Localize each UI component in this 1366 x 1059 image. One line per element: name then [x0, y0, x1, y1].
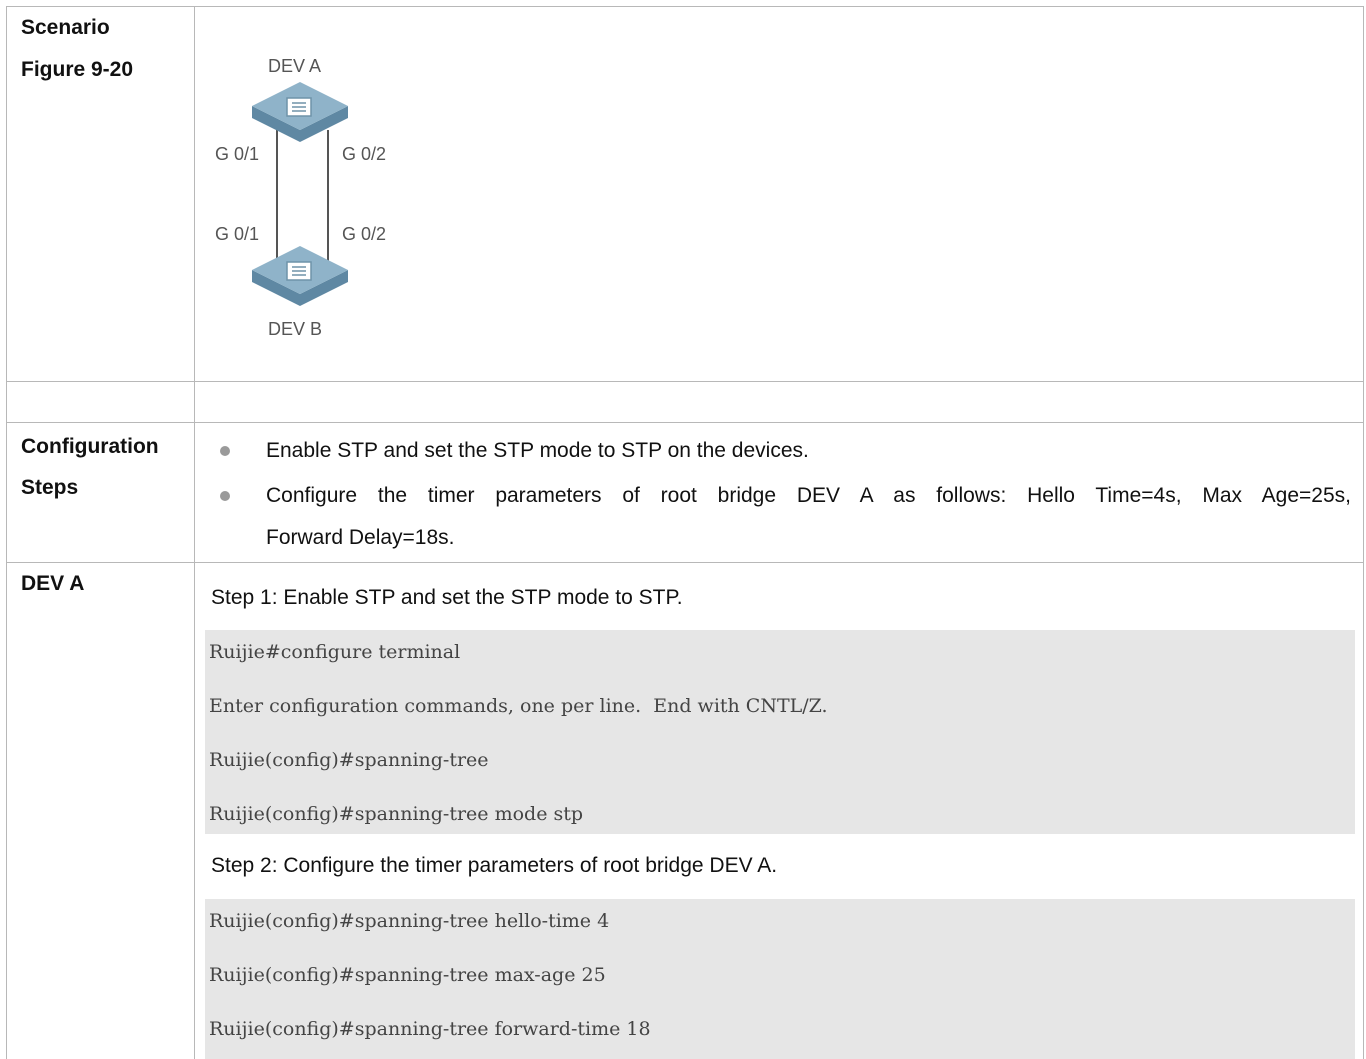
step-2-text: Step 2: Configure the timer parameters o…	[211, 854, 778, 877]
step-1-text: Step 1: Enable STP and set the STP mode …	[211, 586, 683, 609]
port-bottom-right: G 0/2	[342, 224, 386, 244]
code-line: Ruijie(config)#spanning-tree mode stp	[209, 803, 584, 825]
dev-a-row-label: DEV A	[21, 572, 85, 595]
code-block-2: Ruijie(config)#spanning-tree hello-time …	[205, 899, 1355, 1059]
code-line: Ruijie(config)#spanning-tree	[209, 749, 489, 771]
bullet-item-continued: Forward Delay=18s.	[266, 526, 455, 549]
port-top-right: G 0/2	[342, 144, 386, 164]
switch-a-icon	[252, 82, 348, 142]
code-line: Ruijie(config)#spanning-tree forward-tim…	[209, 1018, 651, 1040]
port-top-left: G 0/1	[215, 144, 259, 164]
topology-diagram: DEV A DEV B G 0/1 G 0/2 G 0/1 G 0/2	[215, 56, 386, 339]
code-line: Enter configuration commands, one per li…	[209, 695, 828, 717]
code-line: Ruijie(config)#spanning-tree max-age 25	[209, 964, 606, 986]
code-block-1: Ruijie#configure terminal Enter configur…	[205, 630, 1355, 834]
figure-label: Figure 9-20	[21, 58, 134, 81]
table-border-top	[6, 6, 1364, 7]
scenario-label: Scenario	[21, 16, 110, 39]
bullet-item: Configure the timer parameters of root b…	[266, 484, 1351, 507]
table-border-middle	[194, 6, 195, 1059]
bullet-item: Enable STP and set the STP mode to STP o…	[266, 439, 809, 462]
config-steps-label-2: Steps	[21, 476, 79, 499]
bullet-dot	[220, 491, 230, 501]
table-border-right	[1363, 6, 1364, 1059]
row-divider-3	[6, 562, 1364, 563]
port-bottom-left: G 0/1	[215, 224, 259, 244]
dev-b-label: DEV B	[268, 319, 322, 339]
table-border-left	[6, 6, 7, 1059]
row-divider-2	[6, 422, 1364, 423]
code-line: Ruijie#configure terminal	[209, 641, 461, 663]
switch-b-icon	[252, 246, 348, 306]
config-steps-label: Configuration	[21, 435, 159, 458]
code-line: Ruijie(config)#spanning-tree hello-time …	[209, 910, 610, 932]
bullet-dot	[220, 446, 230, 456]
row-divider-1	[6, 381, 1364, 382]
dev-a-label: DEV A	[268, 56, 321, 76]
